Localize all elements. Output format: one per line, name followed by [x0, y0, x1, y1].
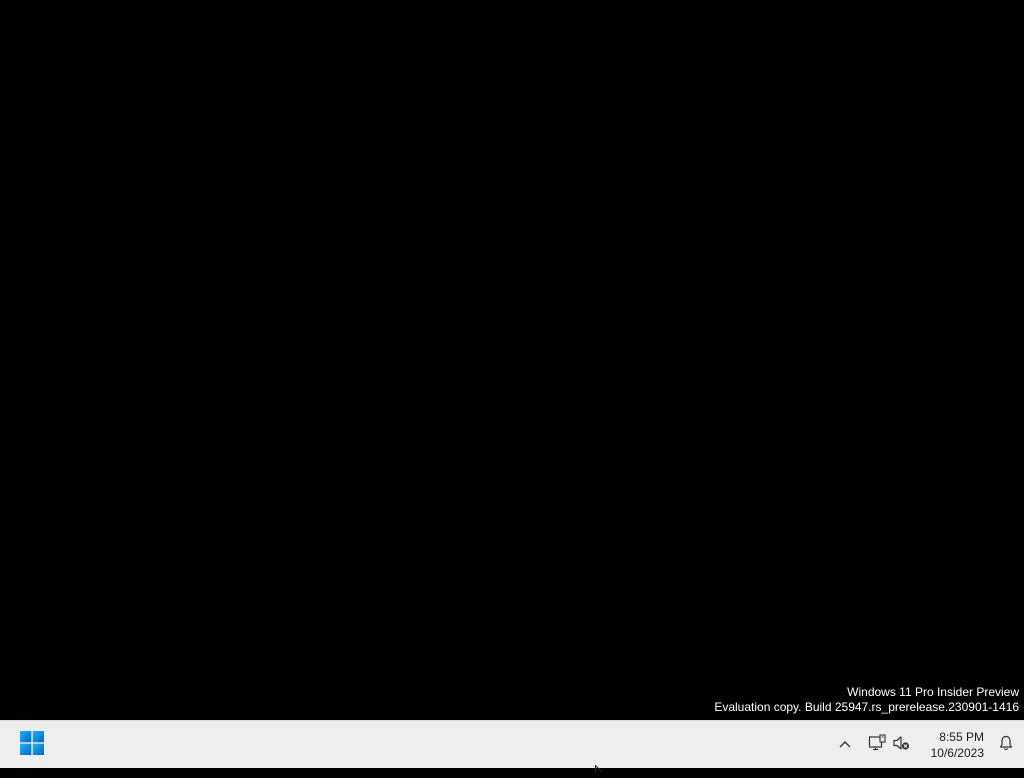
watermark-build: Evaluation copy. Build 25947.rs_prerelea… — [714, 700, 1019, 714]
mouse-pointer-icon — [595, 760, 605, 778]
build-watermark: Windows 11 Pro Insider Preview Evaluatio… — [714, 685, 1019, 715]
clock[interactable]: 8:55 PM 10/6/2023 — [927, 729, 988, 761]
show-hidden-icons-button[interactable] — [833, 725, 857, 765]
system-tray: 8:55 PM 10/6/2023 — [833, 721, 1024, 769]
network-icon — [868, 733, 886, 757]
watermark-edition: Windows 11 Pro Insider Preview — [847, 685, 1019, 699]
taskbar: 8:55 PM 10/6/2023 — [0, 720, 1024, 768]
desktop-background: Windows 11 Pro Insider Preview Evaluatio… — [0, 0, 1024, 720]
network-button[interactable] — [865, 725, 889, 765]
volume-button[interactable] — [889, 725, 913, 765]
windows-logo-icon — [20, 730, 44, 760]
volume-muted-icon — [892, 734, 910, 757]
chevron-up-icon — [838, 736, 852, 754]
bell-icon — [998, 735, 1014, 756]
start-button[interactable] — [12, 725, 52, 765]
notifications-button[interactable] — [994, 725, 1018, 765]
clock-date: 10/6/2023 — [930, 746, 984, 760]
clock-time: 8:55 PM — [939, 730, 984, 744]
